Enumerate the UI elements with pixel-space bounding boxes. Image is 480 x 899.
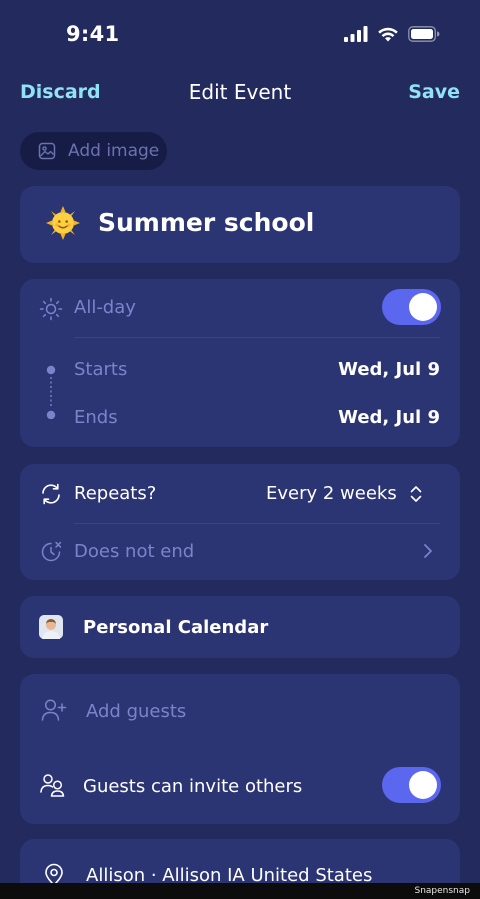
add-person-icon	[41, 699, 67, 721]
toggle-knob	[409, 293, 437, 321]
end-repeat-label[interactable]: Does not end	[74, 541, 194, 562]
clock-x-icon	[41, 541, 62, 562]
ends-label: Ends	[74, 407, 118, 428]
ends-date[interactable]: Wed, Jul 9	[338, 407, 440, 428]
repeat-card: Repeats? Every 2 weeks Does not end	[20, 464, 460, 580]
timeline-connector-icon	[46, 365, 56, 419]
all-day-toggle[interactable]	[382, 289, 441, 325]
watermark-text: Snapensnap	[414, 886, 470, 896]
event-title[interactable]: Summer school	[98, 208, 314, 237]
save-button[interactable]: Save	[408, 81, 460, 103]
cellular-signal-icon	[344, 26, 368, 42]
guests-invite-label: Guests can invite others	[83, 776, 303, 797]
repeats-label: Repeats?	[74, 483, 157, 504]
divider	[74, 523, 440, 524]
toggle-knob	[409, 771, 437, 799]
time-card: All-day Starts Wed, Jul 9 Ends Wed, Jul …	[20, 279, 460, 447]
repeat-icon	[42, 483, 60, 505]
wifi-icon	[378, 27, 398, 42]
nav-bar: Discard Edit Event Save	[0, 78, 480, 108]
divider	[74, 337, 440, 338]
repeat-frequency-select[interactable]: Every 2 weeks	[266, 483, 397, 504]
sun-face-emoji-icon	[46, 206, 80, 240]
calendar-avatar	[39, 615, 63, 639]
starts-date[interactable]: Wed, Jul 9	[338, 359, 440, 380]
calendar-name: Personal Calendar	[83, 617, 269, 638]
chevron-up-down-icon[interactable]	[408, 484, 424, 504]
calendar-card[interactable]: Personal Calendar	[20, 596, 460, 658]
status-bar: 9:41	[0, 0, 480, 70]
image-icon	[38, 142, 56, 160]
status-icons	[344, 26, 440, 42]
watermark-bar: Snapensnap	[0, 883, 480, 899]
all-day-label: All-day	[74, 297, 136, 318]
add-guests-input[interactable]: Add guests	[86, 701, 186, 722]
event-title-card[interactable]: Summer school	[20, 186, 460, 263]
starts-label: Starts	[74, 359, 128, 380]
add-image-button[interactable]: Add image	[20, 132, 167, 170]
sun-icon	[39, 297, 63, 321]
guests-invite-toggle[interactable]	[382, 767, 441, 803]
guests-card: Add guests Guests can invite others	[20, 674, 460, 824]
add-image-label: Add image	[68, 141, 160, 161]
battery-icon	[408, 26, 440, 42]
people-icon	[40, 774, 65, 797]
status-time: 9:41	[66, 22, 120, 46]
chevron-right-icon[interactable]	[422, 542, 434, 560]
